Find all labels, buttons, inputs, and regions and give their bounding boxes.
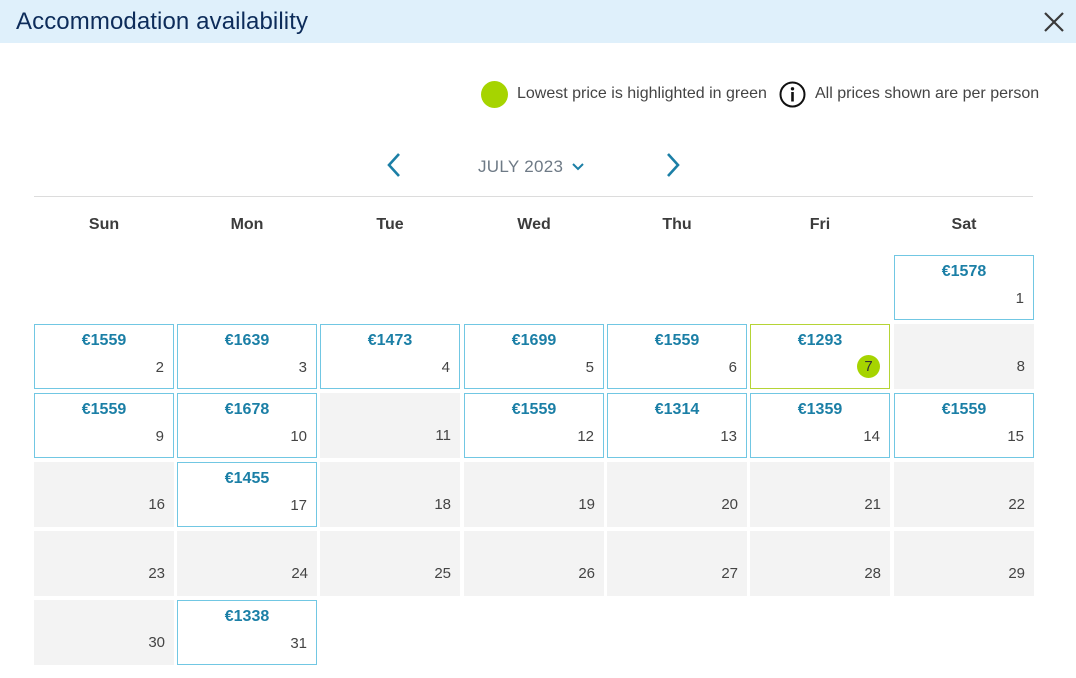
- day-price: €1559: [941, 401, 987, 418]
- day-number: 14: [863, 428, 880, 445]
- calendar-day-20: 20: [607, 462, 747, 527]
- day-number: 25: [434, 565, 451, 582]
- day-number: 3: [298, 359, 307, 376]
- day-price: €1559: [654, 332, 700, 349]
- day-number: 6: [728, 359, 737, 376]
- day-number: 31: [290, 635, 307, 652]
- weekday-sun: Sun: [88, 216, 120, 233]
- day-number: 13: [720, 428, 737, 445]
- calendar-day-23: 23: [34, 531, 174, 596]
- calendar-day-4[interactable]: €1473 4: [320, 324, 460, 389]
- calendar-day-2[interactable]: €1559 2: [34, 324, 174, 389]
- calendar-day-5[interactable]: €1699 5: [464, 324, 604, 389]
- calendar-day-9[interactable]: €1559 9: [34, 393, 174, 458]
- day-number: 21: [864, 496, 881, 513]
- day-price: €1338: [224, 608, 270, 625]
- day-price: €1559: [81, 332, 127, 349]
- next-month-icon[interactable]: [660, 151, 684, 179]
- day-price: €1359: [797, 401, 843, 418]
- weekday-fri: Fri: [809, 216, 831, 233]
- calendar-day-1[interactable]: €1578 1: [894, 255, 1034, 320]
- day-price: €1455: [224, 470, 270, 487]
- calendar-day-26: 26: [464, 531, 604, 596]
- calendar-day-25: 25: [320, 531, 460, 596]
- day-number: 24: [291, 565, 308, 582]
- day-price: €1473: [367, 332, 413, 349]
- previous-month-icon[interactable]: [383, 151, 407, 179]
- calendar-day-15[interactable]: €1559 15: [894, 393, 1034, 458]
- calendar-day-24: 24: [177, 531, 317, 596]
- day-number: 20: [721, 496, 738, 513]
- day-price: €1678: [224, 401, 270, 418]
- day-number: 7: [857, 355, 880, 378]
- calendar-day-22: 22: [894, 462, 1034, 527]
- day-number: 8: [1016, 358, 1025, 375]
- calendar-day-31[interactable]: €1338 31: [177, 600, 317, 665]
- lowest-price-legend-text: Lowest price is highlighted in green: [517, 85, 767, 102]
- day-price: €1559: [81, 401, 127, 418]
- day-price: €1559: [511, 401, 557, 418]
- weekday-thu: Thu: [662, 216, 692, 233]
- day-number: 16: [148, 496, 165, 513]
- day-number: 18: [434, 496, 451, 513]
- close-icon[interactable]: [1040, 8, 1068, 36]
- dialog-title: Accommodation availability: [16, 8, 309, 35]
- day-number: 26: [578, 565, 595, 582]
- calendar-day-8: 8: [894, 324, 1034, 389]
- day-number: 17: [290, 497, 307, 514]
- per-person-note: All prices shown are per person: [815, 85, 1040, 102]
- day-number: 29: [1008, 565, 1025, 582]
- weekday-tue: Tue: [376, 216, 404, 233]
- calendar-day-27: 27: [607, 531, 747, 596]
- calendar-day-16: 16: [34, 462, 174, 527]
- calendar-day-7[interactable]: €1293 7: [750, 324, 890, 389]
- day-price: €1699: [511, 332, 557, 349]
- day-price: €1639: [224, 332, 270, 349]
- day-number: 9: [155, 428, 164, 445]
- calendar-day-19: 19: [464, 462, 604, 527]
- dialog-header: Accommodation availability: [0, 0, 1076, 43]
- day-number: 4: [441, 359, 450, 376]
- calendar-day-13[interactable]: €1314 13: [607, 393, 747, 458]
- day-price: €1314: [654, 401, 700, 418]
- calendar-day-11: 11: [320, 393, 460, 458]
- calendar-divider: [34, 196, 1033, 197]
- day-number: 12: [577, 428, 594, 445]
- day-number: 10: [290, 428, 307, 445]
- day-number: 30: [148, 634, 165, 651]
- calendar-day-21: 21: [750, 462, 890, 527]
- day-number: 23: [148, 565, 165, 582]
- day-number: 1: [1015, 290, 1024, 307]
- day-price: €1578: [941, 263, 987, 280]
- weekday-mon: Mon: [230, 216, 264, 233]
- calendar-day-12[interactable]: €1559 12: [464, 393, 604, 458]
- day-number: 15: [1007, 428, 1024, 445]
- calendar-day-30: 30: [34, 600, 174, 665]
- chevron-down-icon: [572, 163, 584, 171]
- day-number: 22: [1008, 496, 1025, 513]
- calendar-day-17[interactable]: €1455 17: [177, 462, 317, 527]
- month-selector[interactable]: JULY 2023: [478, 156, 585, 178]
- weekday-wed: Wed: [517, 216, 551, 233]
- calendar-day-10[interactable]: €1678 10: [177, 393, 317, 458]
- month-label: JULY 2023: [478, 157, 564, 176]
- weekday-sat: Sat: [951, 216, 977, 233]
- calendar-day-28: 28: [750, 531, 890, 596]
- day-number: 27: [721, 565, 738, 582]
- calendar-day-6[interactable]: €1559 6: [607, 324, 747, 389]
- day-number: 11: [435, 427, 451, 444]
- day-number: 2: [155, 359, 164, 376]
- calendar-day-14[interactable]: €1359 14: [750, 393, 890, 458]
- calendar-day-29: 29: [894, 531, 1034, 596]
- day-number: 19: [578, 496, 595, 513]
- calendar-day-3[interactable]: €1639 3: [177, 324, 317, 389]
- calendar-day-18: 18: [320, 462, 460, 527]
- day-number: 28: [864, 565, 881, 582]
- info-icon: [779, 81, 806, 108]
- day-price: €1293: [797, 332, 843, 349]
- lowest-price-legend-dot: [481, 81, 508, 108]
- day-number: 5: [585, 359, 594, 376]
